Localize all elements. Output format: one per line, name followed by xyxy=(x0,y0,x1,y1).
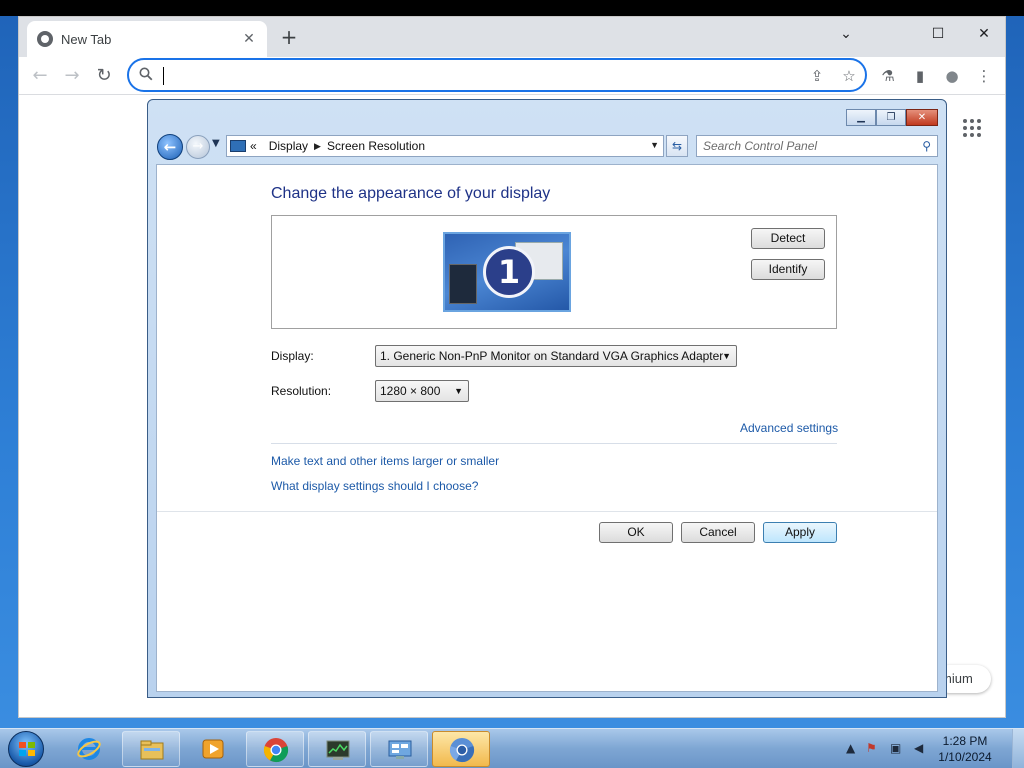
display-select-value: 1. Generic Non-PnP Monitor on Standard V… xyxy=(380,349,724,363)
taskbar: ▲ ⚑ ▣ ◀ 1:28 PM 1/10/2024 xyxy=(0,728,1024,768)
tab-search-chevron-icon[interactable]: ⌄ xyxy=(823,19,869,49)
tab-close-icon[interactable]: ✕ xyxy=(241,31,257,47)
address-bar[interactable]: « Display ▶ Screen Resolution ▼ xyxy=(226,135,664,157)
display-preview: 1 Detect Identify xyxy=(271,215,837,329)
taskbar-internet-explorer[interactable] xyxy=(60,731,118,767)
profile-icon[interactable]: ● xyxy=(941,65,963,87)
browser-toolbar: ← → ↻ ⇪ ☆ ⚗ ▮ ● ⋮ xyxy=(19,57,1005,95)
clock-date: 1/10/2024 xyxy=(938,750,992,764)
divider xyxy=(271,443,837,444)
minimize-button[interactable]: ▁ xyxy=(846,109,876,126)
breadcrumb-display[interactable]: Display xyxy=(269,139,308,153)
ok-button[interactable]: OK xyxy=(599,522,673,543)
chevron-down-icon: ▼ xyxy=(722,351,731,361)
content-pane: Change the appearance of your display 1 … xyxy=(156,164,938,692)
search-icon xyxy=(139,67,153,81)
refresh-button[interactable]: ⇆ xyxy=(666,135,688,157)
omnibox[interactable]: ⇪ ☆ xyxy=(127,58,867,92)
clock-time: 1:28 PM xyxy=(942,734,988,748)
side-panel-icon[interactable]: ▮ xyxy=(909,65,931,87)
search-control-panel-input[interactable] xyxy=(703,138,903,154)
footer-divider xyxy=(157,511,937,512)
close-button[interactable]: ✕ xyxy=(906,109,938,126)
cancel-button[interactable]: Cancel xyxy=(681,522,755,543)
search-control-panel[interactable]: ⚲ xyxy=(696,135,938,157)
start-button[interactable] xyxy=(8,731,44,767)
display-help-link[interactable]: What display settings should I choose? xyxy=(271,479,478,493)
address-input[interactable] xyxy=(165,64,765,86)
restore-button[interactable]: ❐ xyxy=(876,109,906,126)
taskbar-chromium[interactable] xyxy=(432,731,490,767)
monitor-thumbnail[interactable]: 1 xyxy=(443,232,571,312)
identify-button[interactable]: Identify xyxy=(751,259,825,280)
text-size-link[interactable]: Make text and other items larger or smal… xyxy=(271,454,499,468)
breadcrumb-screen-resolution[interactable]: Screen Resolution xyxy=(327,139,425,153)
system-clock[interactable]: 1:28 PM 1/10/2024 xyxy=(930,733,1000,765)
back-arrow-button[interactable]: ← xyxy=(157,134,183,160)
chevron-down-icon: ▼ xyxy=(454,386,463,396)
screen-resolution-window: ▁ ❐ ✕ ← → ▼ « Display ▶ Screen Resolutio… xyxy=(147,99,947,698)
recent-pages-dropdown-icon[interactable]: ▼ xyxy=(212,138,220,149)
forward-arrow-button[interactable]: → xyxy=(186,135,210,159)
media-player-icon xyxy=(202,739,224,759)
task-manager-icon xyxy=(326,740,350,760)
chromium-icon xyxy=(449,738,475,763)
internet-explorer-icon xyxy=(77,738,101,760)
control-panel-icon xyxy=(388,740,412,759)
breadcrumb-separator-icon: ▶ xyxy=(314,140,321,151)
chrome-icon xyxy=(263,738,289,763)
text-caret xyxy=(163,67,164,85)
chrome-menu-icon[interactable]: ⋮ xyxy=(973,65,995,87)
taskbar-file-explorer[interactable] xyxy=(122,731,180,767)
tab-new-tab[interactable]: New Tab ✕ xyxy=(27,21,267,57)
apply-button[interactable]: Apply xyxy=(763,522,837,543)
page-title: Change the appearance of your display xyxy=(271,185,551,202)
taskbar-media-player[interactable] xyxy=(184,731,242,767)
reload-button[interactable]: ↻ xyxy=(91,63,117,89)
action-center-flag-icon[interactable]: ⚑ xyxy=(866,741,877,755)
monitor-number-badge: 1 xyxy=(483,246,535,298)
windows-logo-icon xyxy=(19,742,35,756)
show-hidden-icons-icon[interactable]: ▲ xyxy=(846,741,855,755)
file-explorer-icon xyxy=(140,740,164,760)
show-desktop-button[interactable] xyxy=(1012,729,1024,768)
taskbar-chrome[interactable] xyxy=(246,731,304,767)
resolution-label: Resolution: xyxy=(271,384,332,398)
share-icon[interactable]: ⇪ xyxy=(807,66,827,86)
tab-strip: New Tab ✕ + ⌄ ☐ ✕ xyxy=(19,17,1005,57)
network-icon[interactable]: ▣ xyxy=(890,741,901,755)
search-icon[interactable]: ⚲ xyxy=(922,139,931,153)
extension-lab-icon[interactable]: ⚗ xyxy=(877,65,899,87)
advanced-settings-link[interactable]: Advanced settings xyxy=(740,421,838,435)
taskbar-control-panel[interactable] xyxy=(370,731,428,767)
display-label: Display: xyxy=(271,349,314,363)
forward-button[interactable]: → xyxy=(59,63,85,89)
new-tab-button[interactable]: + xyxy=(277,26,301,50)
taskbar-task-manager[interactable] xyxy=(308,731,366,767)
bookmark-star-icon[interactable]: ☆ xyxy=(839,66,859,86)
tab-title: New Tab xyxy=(61,31,112,47)
resolution-select-value: 1280 × 800 xyxy=(380,384,441,398)
address-dropdown-icon[interactable]: ▼ xyxy=(650,140,659,150)
resolution-select[interactable]: 1280 × 800 ▼ xyxy=(375,380,469,402)
caption-buttons: ▁ ❐ ✕ xyxy=(846,109,938,127)
maximize-button[interactable]: ☐ xyxy=(915,19,961,49)
screen-top-bar xyxy=(0,0,1024,16)
apps-grid-icon[interactable] xyxy=(963,119,981,137)
chrome-favicon-icon xyxy=(37,31,53,47)
display-monitor-icon xyxy=(230,140,246,152)
volume-icon[interactable]: ◀ xyxy=(914,741,923,755)
back-button[interactable]: ← xyxy=(27,63,53,89)
detect-button[interactable]: Detect xyxy=(751,228,825,249)
close-window-button[interactable]: ✕ xyxy=(961,19,1007,49)
display-select[interactable]: 1. Generic Non-PnP Monitor on Standard V… xyxy=(375,345,737,367)
breadcrumb-root-chevron[interactable]: « xyxy=(250,139,257,153)
